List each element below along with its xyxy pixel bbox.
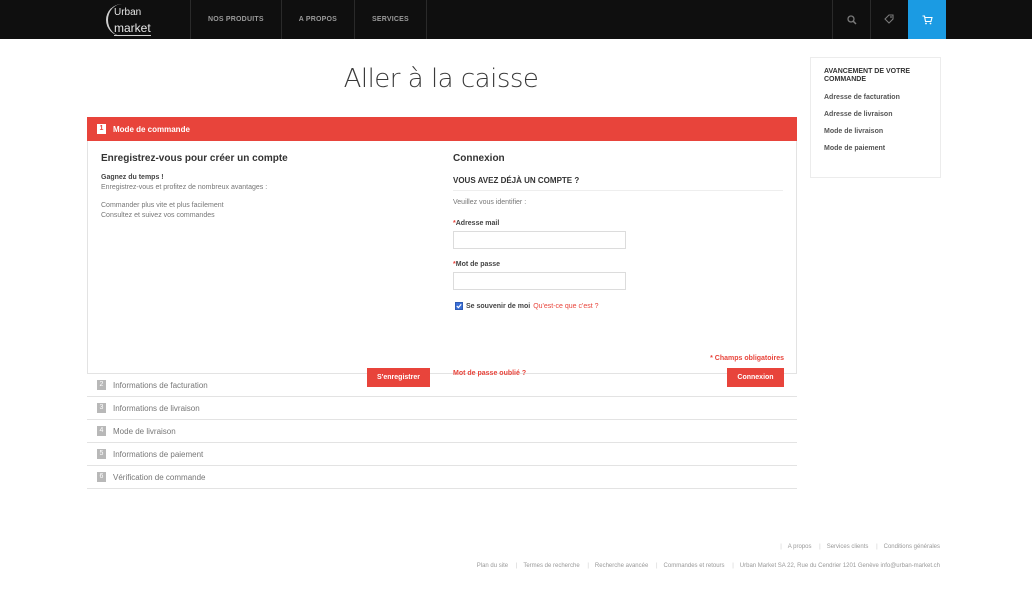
step-number: 6 [97,472,106,482]
footer-link-a-propos[interactable]: A propos [788,544,812,550]
sidebar-item-mode-livraison[interactable]: Mode de livraison [824,128,927,135]
remember-checkbox[interactable] [455,302,463,310]
password-label: *Mot de passe [453,261,783,268]
step-label: Mode de commande [113,124,190,134]
sidebar-item-adresse-livraison[interactable]: Adresse de livraison [824,111,927,118]
tag-button[interactable] [870,0,908,39]
footer-link-plan-du-site[interactable]: Plan du site [477,563,508,569]
remember-info-link[interactable]: Qu'est-ce que c'est ? [533,303,598,310]
step-label: Informations de livraison [113,403,200,413]
top-navbar: Urban market NOS PRODUITS A PROPOS SERVI… [0,0,1032,39]
step-number: 2 [97,380,106,390]
footer-links-bottom: Plan du site | Termes de recherche | Reche… [476,563,940,569]
search-button[interactable] [832,0,870,39]
step-number: 3 [97,403,106,413]
password-field[interactable] [453,272,626,290]
register-line2: Enregistrez-vous et profitez de nombreux… [101,184,268,191]
step-number: 4 [97,426,106,436]
required-fields-note: * Champs obligatoires [710,355,784,362]
cart-icon [922,14,933,24]
footer-link-commandes-retours[interactable]: Commandes et retours [664,563,725,569]
step-panel: Enregistrez-vous pour créer un compte Ga… [87,141,797,387]
sidebar-item-mode-paiement[interactable]: Mode de paiement [824,145,927,152]
step-number: 1 [97,124,106,134]
header-icons [832,0,946,39]
logo-line1: Urban [114,7,142,18]
footer-link-conditions[interactable]: Conditions générales [884,544,940,550]
login-heading: Connexion [453,153,505,164]
nav-services[interactable]: SERVICES [353,0,427,39]
login-section: Connexion VOUS AVEZ DÉJÀ UN COMPTE ? Veu… [453,153,783,310]
main-nav: NOS PRODUITS A PROPOS SERVICES [190,0,427,39]
email-field[interactable] [453,231,626,249]
step-label: Informations de paiement [113,449,204,459]
search-icon [846,14,857,25]
forgot-password-link[interactable]: Mot de passe oublié ? [453,370,526,377]
login-button[interactable]: Connexion [727,368,784,387]
order-progress-sidebar: AVANCEMENT DE VOTRE COMMANDE Adresse de … [810,57,941,178]
tag-icon [884,14,894,24]
step-label: Informations de facturation [113,380,208,390]
register-section: Enregistrez-vous pour créer un compte Ga… [101,153,431,219]
logo-line2: market [114,21,151,36]
login-hint: Veuillez vous identifier : [453,199,527,206]
email-label-text: Adresse mail [455,220,500,227]
checkout-steps: 1 Mode de commande Enregistrez-vous pour… [87,117,797,489]
sidebar-item-adresse-facturation[interactable]: Adresse de facturation [824,94,927,101]
footer-address: Urban Market SA 22, Rue du Cendrier 1201… [739,563,940,569]
step-mode-de-commande[interactable]: 1 Mode de commande [87,117,797,141]
remember-me: Se souvenir de moi Qu'est-ce que c'est ? [455,302,783,310]
cart-button[interactable] [908,0,946,39]
footer-link-services-clients[interactable]: Services clients [827,544,869,550]
page-title: Aller à la caisse [343,64,539,94]
register-line4: Consultez et suivez vos commandes [101,212,215,219]
urban-market-logo[interactable]: Urban market [106,4,162,36]
step-label: Mode de livraison [113,426,176,436]
password-label-text: Mot de passe [455,261,501,268]
step-number: 5 [97,449,106,459]
footer-link-termes-recherche[interactable]: Termes de recherche [523,563,579,569]
step-informations-livraison[interactable]: 3 Informations de livraison [87,397,797,420]
step-informations-facturation[interactable]: 2 Informations de facturation [87,374,797,397]
remember-label: Se souvenir de moi [466,302,531,310]
footer-link-recherche-avancee[interactable]: Recherche avancée [595,563,648,569]
sidebar-title: AVANCEMENT DE VOTRE COMMANDE [824,68,911,83]
footer-links-top: | A propos | Services clients | Conditions … [780,544,940,550]
register-heading: Enregistrez-vous pour créer un compte [101,153,288,164]
register-button[interactable]: S'enregistrer [367,368,430,387]
step-verification-commande[interactable]: 6 Vérification de commande [87,466,797,489]
nav-a-propos[interactable]: A PROPOS [280,0,354,39]
login-subheading: VOUS AVEZ DÉJÀ UN COMPTE ? [453,176,783,191]
nav-nos-produits[interactable]: NOS PRODUITS [190,0,281,39]
register-line3: Commander plus vite et plus facilement [101,202,224,209]
register-line1: Gagnez du temps ! [101,174,164,181]
step-mode-livraison[interactable]: 4 Mode de livraison [87,420,797,443]
checkmark-icon [456,303,462,309]
email-label: *Adresse mail [453,220,783,227]
step-informations-paiement[interactable]: 5 Informations de paiement [87,443,797,466]
step-label: Vérification de commande [113,472,206,482]
